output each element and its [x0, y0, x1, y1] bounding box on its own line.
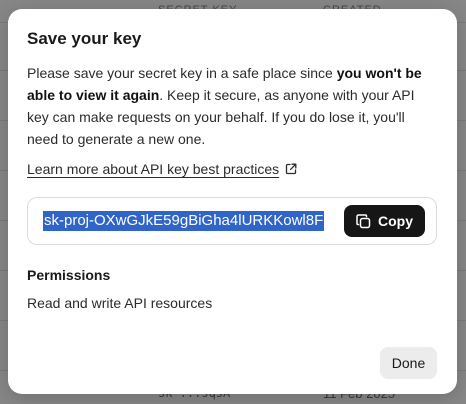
description-intro: Please save your secret key in a safe pl…	[27, 65, 337, 81]
external-link-icon	[285, 163, 297, 175]
dialog-description: Please save your secret key in a safe pl…	[27, 62, 437, 150]
done-button[interactable]: Done	[380, 347, 437, 379]
permissions-value: Read and write API resources	[27, 295, 213, 311]
copy-button[interactable]: Copy	[344, 205, 425, 237]
permissions-heading: Permissions	[27, 267, 111, 283]
copy-icon	[356, 213, 371, 229]
dialog-title: Save your key	[27, 29, 142, 48]
learn-more-label: Learn more about API key best practices	[27, 161, 280, 177]
secret-key-field: sk-proj-OXwGJkE59gBiGha4lURKKowl8F Copy	[27, 197, 437, 245]
learn-more-link[interactable]: Learn more about API key best practices	[27, 161, 297, 177]
save-key-dialog: Save your key Please save your secret ke…	[8, 9, 457, 394]
secret-key-value[interactable]: sk-proj-OXwGJkE59gBiGha4lURKKowl8F	[43, 211, 325, 231]
copy-button-label: Copy	[378, 213, 413, 229]
